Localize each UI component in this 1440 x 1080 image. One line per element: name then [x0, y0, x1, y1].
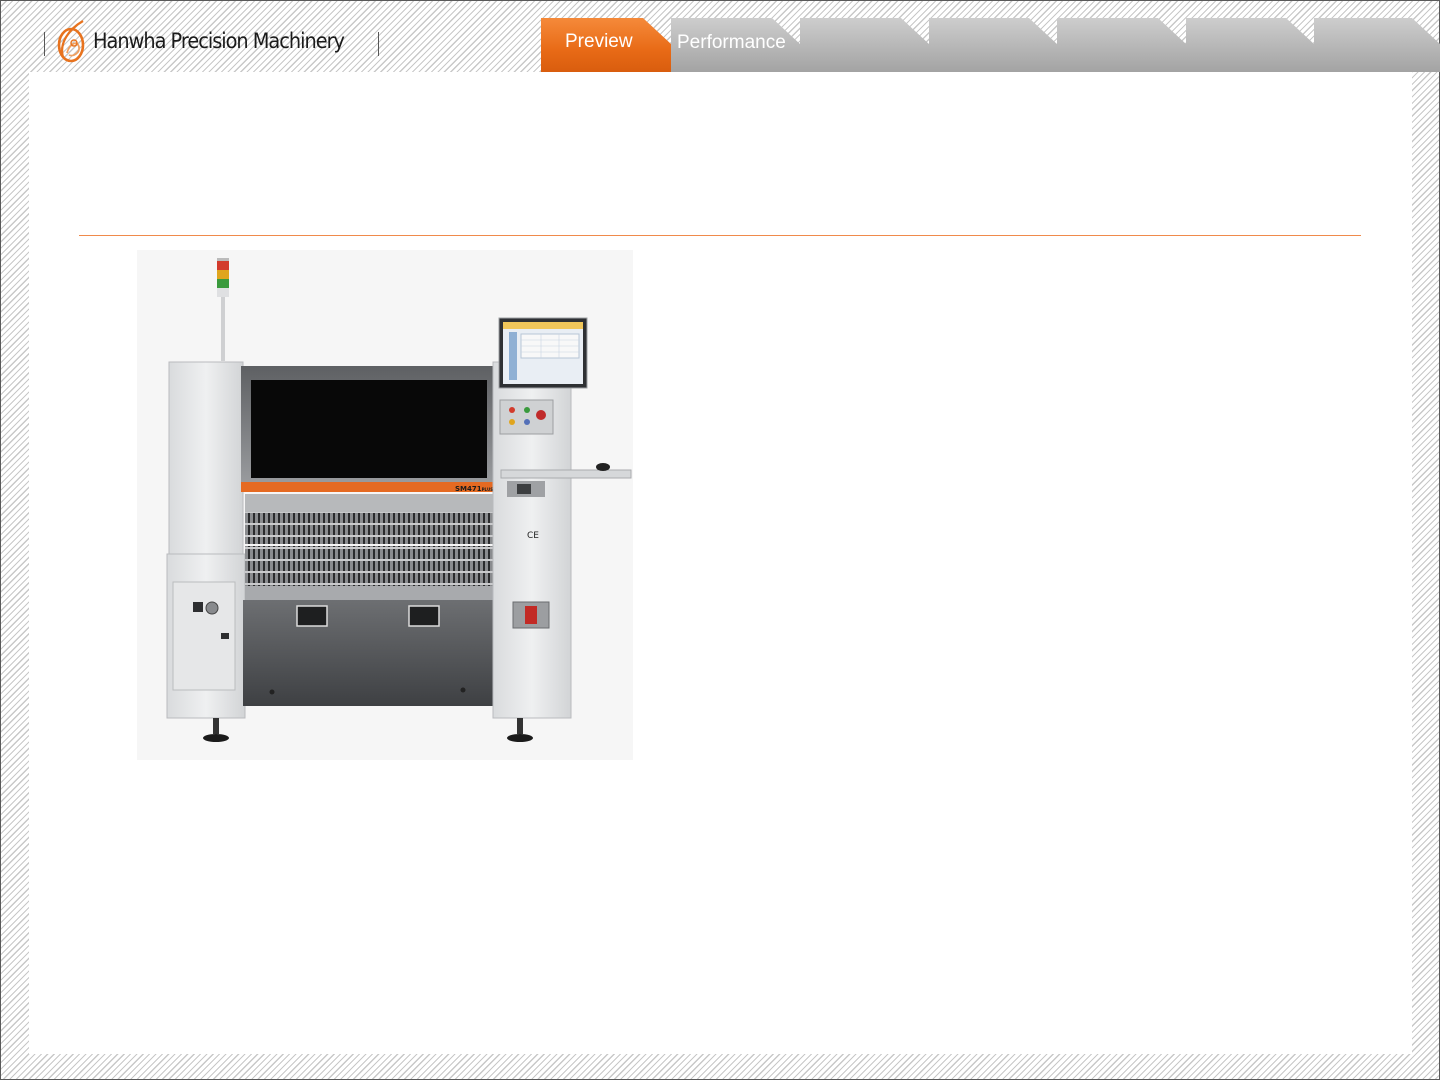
- brand-name: Hanwha Precision Machinery: [93, 28, 345, 53]
- tab-6[interactable]: [1186, 18, 1314, 72]
- tab-3[interactable]: [800, 18, 929, 72]
- header: Hanwha Precision Machinery Preview Perfo…: [0, 0, 1440, 72]
- smt-placement-machine-illustration: SM471PLUS CE: [166, 258, 632, 742]
- tab-performance[interactable]: Performance: [671, 18, 800, 72]
- signal-tower-light: [217, 258, 229, 361]
- tab-preview[interactable]: Preview: [541, 18, 671, 72]
- ce-mark: CE: [527, 531, 539, 541]
- tab-4[interactable]: [929, 18, 1057, 72]
- logo-divider-left: [44, 32, 45, 56]
- tab-7[interactable]: [1314, 18, 1440, 72]
- tab-label: Preview: [565, 31, 633, 52]
- tab-5[interactable]: [1057, 18, 1186, 72]
- tab-bar: Preview Performance: [541, 18, 1440, 72]
- content-panel: SM471PLUS CE: [29, 72, 1412, 1054]
- brand-logo[interactable]: Hanwha Precision Machinery: [44, 16, 379, 66]
- logo-divider-right: [377, 32, 379, 56]
- model-label: SM471PLUS: [455, 485, 493, 493]
- hanwha-flame-logo-icon: [57, 20, 85, 63]
- section-divider: [79, 235, 1361, 236]
- tab-label: Performance: [677, 32, 786, 53]
- machine-product-image: SM471PLUS CE: [137, 250, 633, 760]
